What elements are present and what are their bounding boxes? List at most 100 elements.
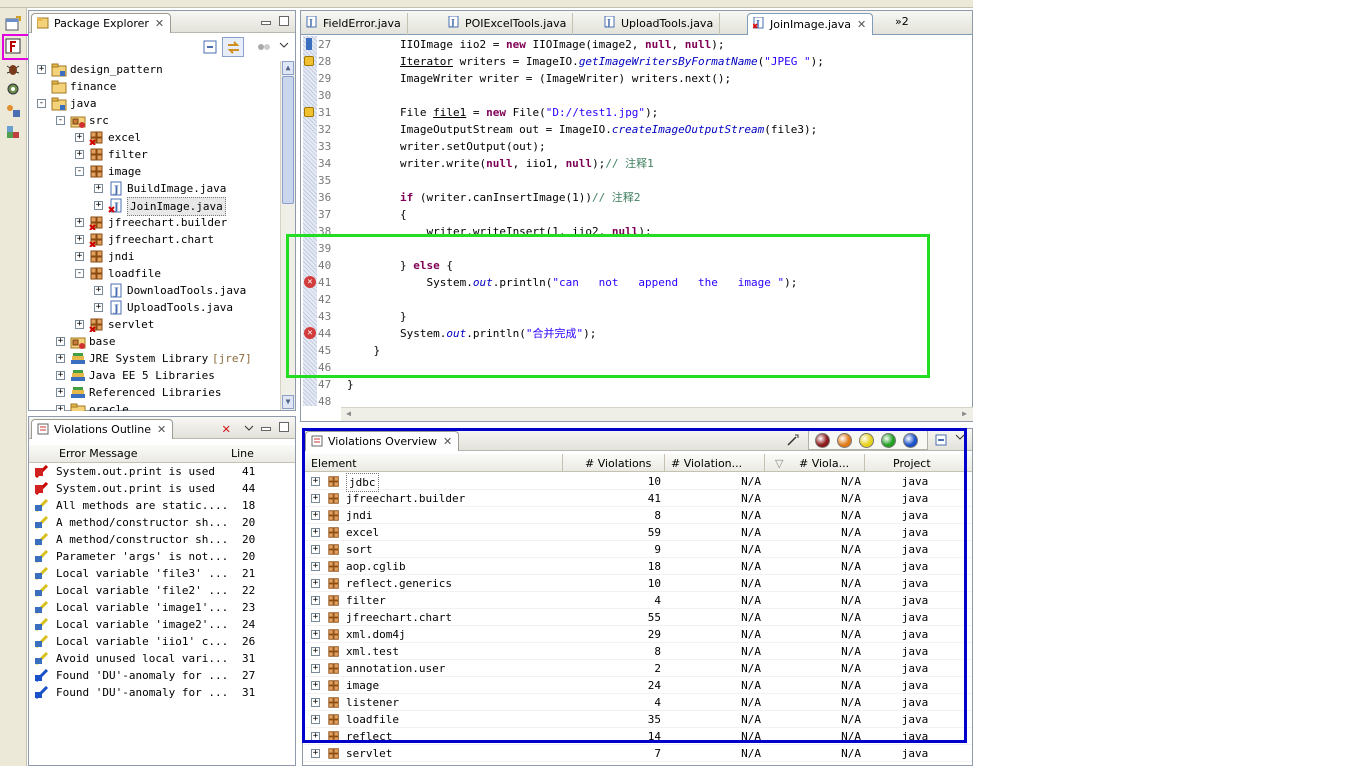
close-icon[interactable]: ✕ xyxy=(157,423,166,436)
column-separator[interactable] xyxy=(764,454,765,472)
code-line[interactable]: writer.writeInsert(1, iio2, null); xyxy=(347,223,651,240)
error-marker-icon[interactable]: ✕ xyxy=(304,276,316,288)
expand-toggle[interactable]: + xyxy=(311,698,320,707)
table-row[interactable]: + xml.test 8 N/A N/A java xyxy=(303,643,972,660)
collapse-toggle[interactable]: - xyxy=(56,116,65,125)
minimize-button[interactable] xyxy=(261,427,271,431)
tree-item[interactable]: - loadfile xyxy=(29,265,279,282)
collapse-toggle[interactable]: - xyxy=(75,269,84,278)
tree-item[interactable]: - java xyxy=(29,95,279,112)
package-tree-scrollbar[interactable]: ▲ ▼ xyxy=(280,61,295,410)
code-line[interactable]: File file1 = new File("D://test1.jpg"); xyxy=(347,104,658,121)
expand-toggle[interactable]: + xyxy=(311,630,320,639)
collapse-all-icon[interactable] xyxy=(935,434,947,446)
code-line[interactable]: Iterator writers = ImageIO.getImageWrite… xyxy=(347,53,824,70)
violation-row[interactable]: System.out.print is used 44 xyxy=(29,480,295,497)
table-row[interactable]: + loadfile 35 N/A N/A java xyxy=(303,711,972,728)
editor-tab[interactable]: J JoinImage.java ✕ xyxy=(747,13,874,35)
violation-row[interactable]: Found 'DU'-anomaly for ... 27 xyxy=(29,667,295,684)
col-violations-per-method[interactable]: # Viola... xyxy=(799,457,849,470)
col-error-message[interactable]: Error Message xyxy=(59,447,138,460)
editor-horizontal-scrollbar[interactable]: ◀ ▶ xyxy=(341,407,973,421)
expand-toggle[interactable]: + xyxy=(311,715,320,724)
tree-item[interactable]: finance xyxy=(29,78,279,95)
violation-row[interactable]: System.out.print is used 41 xyxy=(29,463,295,480)
tree-item[interactable]: - src xyxy=(29,112,279,129)
table-row[interactable]: + listener 4 N/A N/A java xyxy=(303,694,972,711)
violation-row[interactable]: Found 'DU'-anomaly for ... 31 xyxy=(29,684,295,701)
table-row[interactable]: + jfreechart.chart 55 N/A N/A java xyxy=(303,609,972,626)
expand-toggle[interactable]: + xyxy=(311,613,320,622)
expand-toggle[interactable]: + xyxy=(56,354,65,363)
code-line[interactable]: ImageWriter writer = (ImageWriter) write… xyxy=(347,70,731,87)
expand-toggle[interactable]: + xyxy=(311,579,320,588)
column-separator[interactable] xyxy=(562,454,563,472)
tree-item[interactable]: + J UploadTools.java xyxy=(29,299,279,316)
expand-toggle[interactable]: + xyxy=(56,371,65,380)
col-project[interactable]: Project xyxy=(893,457,931,470)
code-line[interactable]: ImageOutputStream out = ImageIO.createIm… xyxy=(347,121,817,138)
column-separator[interactable] xyxy=(864,454,865,472)
team-sync-icon[interactable] xyxy=(5,103,21,119)
code-line[interactable]: writer.setOutput(out); xyxy=(347,138,546,155)
code-line[interactable]: IIOImage iio2 = new IIOImage(image2, nul… xyxy=(347,36,725,53)
tree-item[interactable]: + design_pattern xyxy=(29,61,279,78)
collapse-all-icon[interactable] xyxy=(203,40,217,54)
tree-item[interactable]: + oracle xyxy=(29,401,279,411)
table-row[interactable]: + servlet 7 N/A N/A java xyxy=(303,745,972,762)
expand-toggle[interactable]: + xyxy=(311,647,320,656)
table-row[interactable]: + sort 9 N/A N/A java xyxy=(303,541,972,558)
open-perspective-icon[interactable] xyxy=(5,16,21,32)
code-line[interactable]: } xyxy=(347,308,407,325)
violation-row[interactable]: All methods are static.... 18 xyxy=(29,497,295,514)
violation-row[interactable]: Avoid unused local vari... 31 xyxy=(29,650,295,667)
expand-toggle[interactable]: + xyxy=(311,749,320,758)
column-separator[interactable] xyxy=(964,454,965,472)
view-menu-icon[interactable] xyxy=(279,40,289,50)
expand-toggle[interactable]: + xyxy=(37,65,46,74)
code-line[interactable]: System.out.println("合并完成"); xyxy=(347,325,596,342)
expand-toggle[interactable]: + xyxy=(311,528,320,537)
remove-violation-icon[interactable]: ✕ xyxy=(222,421,230,437)
expand-toggle[interactable]: + xyxy=(75,252,84,261)
table-row[interactable]: + image 24 N/A N/A java xyxy=(303,677,972,694)
table-row[interactable]: + filter 4 N/A N/A java xyxy=(303,592,972,609)
expand-toggle[interactable]: + xyxy=(311,681,320,690)
tree-item[interactable]: + jfreechart.builder xyxy=(29,214,279,231)
expand-toggle[interactable]: + xyxy=(311,511,320,520)
tree-item[interactable]: + Java EE 5 Libraries xyxy=(29,367,279,384)
expand-toggle[interactable]: + xyxy=(311,545,320,554)
collapse-toggle[interactable]: - xyxy=(75,167,84,176)
tab-violations-outline[interactable]: Violations Outline ✕ xyxy=(31,419,174,439)
view-menu-icon[interactable] xyxy=(244,423,254,433)
col-violations[interactable]: # Violations xyxy=(585,457,651,470)
view-menu-icon[interactable] xyxy=(955,432,965,442)
priority-filter-button[interactable] xyxy=(837,433,852,448)
tab-violations-overview[interactable]: Violations Overview ✕ xyxy=(305,431,460,451)
warning-marker-icon[interactable] xyxy=(304,56,314,66)
expand-toggle[interactable]: + xyxy=(56,337,65,346)
pmd-perspective-icon[interactable] xyxy=(5,38,21,54)
editor-tab[interactable]: J POIExcelTools.java xyxy=(443,13,574,35)
table-row[interactable]: + xml.dom4j 29 N/A N/A java xyxy=(303,626,972,643)
tree-item[interactable]: - image xyxy=(29,163,279,180)
priority-filter-button[interactable] xyxy=(859,433,874,448)
expand-toggle[interactable]: + xyxy=(94,201,103,210)
table-row[interactable]: + aop.cglib 18 N/A N/A java xyxy=(303,558,972,575)
minimize-button[interactable] xyxy=(261,21,271,25)
col-violations-per-loc[interactable]: # Violation... xyxy=(671,457,742,470)
code-line[interactable]: } else { xyxy=(347,257,453,274)
tab-package-explorer[interactable]: Package Explorer ✕ xyxy=(31,13,172,33)
table-row[interactable]: + reflect.generics 10 N/A N/A java xyxy=(303,575,972,592)
info-marker-icon[interactable] xyxy=(306,38,312,50)
collapse-toggle[interactable]: - xyxy=(37,99,46,108)
tree-item[interactable]: + filter xyxy=(29,146,279,163)
tree-item[interactable]: + servlet xyxy=(29,316,279,333)
violation-row[interactable]: Local variable 'image1'... 23 xyxy=(29,599,295,616)
violation-row[interactable]: Local variable 'file3' ... 21 xyxy=(29,565,295,582)
table-row[interactable]: + excel 59 N/A N/A java xyxy=(303,524,972,541)
code-line[interactable]: System.out.println("can not append the i… xyxy=(347,274,797,291)
violation-row[interactable]: Parameter 'args' is not... 20 xyxy=(29,548,295,565)
table-row[interactable]: + jdbc 10 N/A N/A java xyxy=(303,473,972,492)
tree-item[interactable]: + jfreechart.chart xyxy=(29,231,279,248)
